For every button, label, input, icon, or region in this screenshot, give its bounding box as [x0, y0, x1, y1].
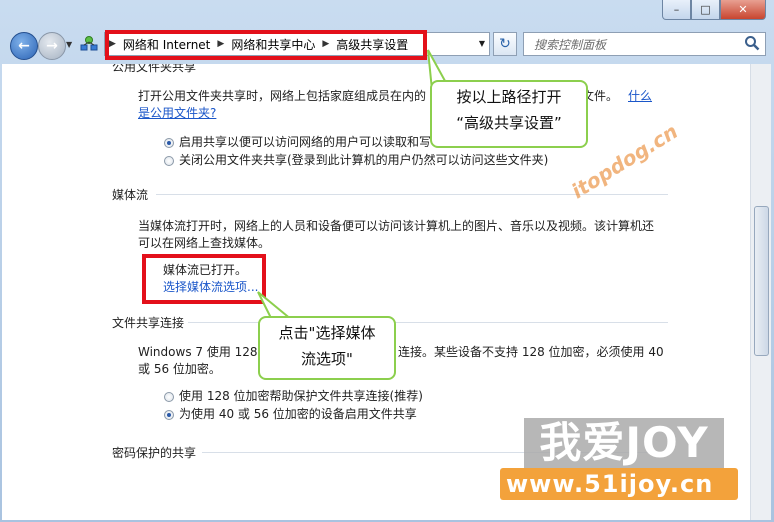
section-heading-public-folder: 公用文件夹共享	[112, 64, 197, 74]
caption-buttons: – □ ✕	[662, 0, 766, 20]
recent-pages-dropdown[interactable]: ▼	[66, 40, 72, 49]
label-disable-public-sharing[interactable]: 关闭公用文件夹共享(登录到此计算机的用户仍然可以访问这些文件夹)	[179, 152, 548, 169]
arrow-left-icon: ←	[18, 38, 30, 54]
label-40-56-bit-encryption[interactable]: 为使用 40 或 56 位加密的设备启用文件共享	[179, 406, 417, 423]
vertical-scrollbar[interactable]	[750, 64, 771, 520]
file-sharing-description: Windows 7 使用 128	[138, 345, 258, 359]
what-is-public-folder-link[interactable]: 什么	[628, 88, 652, 105]
search-placeholder: 搜索控制面板	[534, 38, 607, 52]
callout-click-media-options: 点击"选择媒体 流选项"	[258, 316, 396, 380]
media-streaming-description-line2: 可以在网络上查找媒体。	[138, 236, 271, 250]
arrow-right-icon: →	[46, 38, 58, 54]
highlight-address-path	[105, 30, 427, 60]
forward-button[interactable]: →	[38, 32, 66, 60]
close-button[interactable]: ✕	[720, 0, 766, 20]
section-heading-password-sharing: 密码保护的共享	[112, 446, 197, 460]
watermark-joy: 我爱JOY	[524, 418, 724, 468]
media-streaming-description: 当媒体流打开时，网络上的人员和设备便可以访问该计算机上的图片、音乐以及视频。该计…	[138, 219, 655, 233]
radio-128-bit-encryption[interactable]	[164, 392, 174, 402]
minimize-icon: –	[673, 3, 680, 16]
search-input[interactable]: 搜索控制面板	[523, 32, 766, 56]
back-button[interactable]: ←	[10, 32, 38, 60]
watermark-site-badge: www.51ijoy.cn	[500, 468, 738, 500]
callout-text-line2: “高级共享设置”	[456, 114, 562, 132]
section-heading-media-streaming: 媒体流	[112, 188, 149, 202]
search-icon[interactable]	[744, 35, 760, 51]
label-128-bit-encryption[interactable]: 使用 128 位加密帮助保护文件共享连接(推荐)	[179, 388, 423, 405]
close-icon: ✕	[738, 3, 748, 16]
highlight-media-options-link	[142, 254, 266, 304]
label-enable-public-sharing[interactable]: 启用共享以便可以访问网络的用户可以读取和写	[179, 134, 431, 151]
public-folder-description: 打开公用文件夹共享时，网络上包括家庭组成员在内的	[138, 89, 427, 103]
title-bar: – □ ✕	[0, 0, 774, 26]
network-icon	[80, 36, 98, 51]
refresh-icon: ↻	[499, 36, 511, 52]
callout-open-advanced-sharing: 按以上路径打开 “高级共享设置”	[430, 80, 588, 148]
address-dropdown-icon[interactable]: ▼	[479, 39, 485, 48]
radio-40-56-bit-encryption[interactable]	[164, 410, 174, 420]
file-sharing-description-cont: 连接。某些设备不支持 128 位加密，必须使用 40	[398, 345, 664, 359]
maximize-icon: □	[700, 3, 711, 16]
file-sharing-description-line2: 或 56 位加密。	[138, 362, 221, 376]
callout-text-line2: 流选项"	[301, 350, 353, 368]
refresh-button[interactable]: ↻	[493, 32, 517, 56]
watermark-site-text: www.51ijoy.cn	[506, 470, 714, 498]
radio-disable-public-sharing[interactable]	[164, 156, 174, 166]
what-is-public-folder-link-cont[interactable]: 是公用文件夹?	[138, 105, 216, 122]
minimize-button[interactable]: –	[662, 0, 691, 20]
scrollbar-thumb[interactable]	[754, 206, 769, 356]
maximize-button[interactable]: □	[691, 0, 720, 20]
radio-enable-public-sharing[interactable]	[164, 138, 174, 148]
section-heading-file-sharing: 文件共享连接	[112, 316, 185, 330]
